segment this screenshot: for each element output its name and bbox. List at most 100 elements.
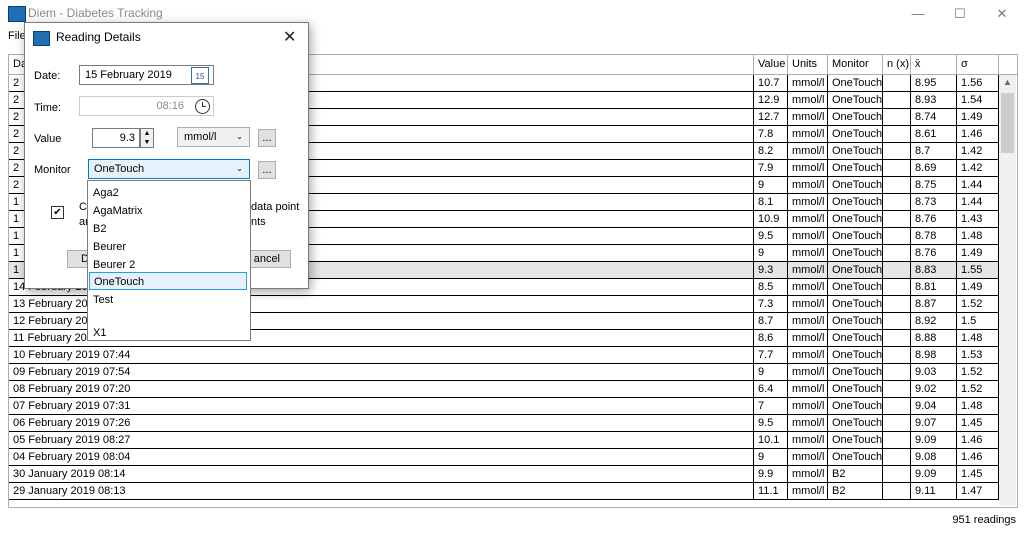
cell-units: mmol/l [788, 415, 828, 432]
cell-n [883, 75, 911, 92]
maximize-button[interactable]: ☐ [938, 4, 982, 24]
table-row[interactable]: 30 January 2019 08:14 9.9 mmol/l B2 9.09 1.45 [9, 466, 1017, 483]
ok-button[interactable]: D [67, 250, 89, 268]
value-spinner[interactable]: ▲ ▼ [140, 128, 154, 148]
cell-n [883, 313, 911, 330]
cell-sd: 1.56 [957, 75, 999, 92]
checkbox-label-end: data point [251, 201, 300, 213]
cell-value: 8.6 [754, 330, 788, 347]
monitor-option[interactable]: OneTouch [89, 272, 247, 290]
cell-mean: 9.07 [911, 415, 957, 432]
window-title: Diem - Diabetes Tracking [28, 6, 163, 20]
cell-mean: 9.08 [911, 449, 957, 466]
cell-sd: 1.45 [957, 415, 999, 432]
cell-date: 06 February 2019 07:26 [9, 415, 754, 432]
table-row[interactable]: 10 February 2019 07:44 7.7 mmol/l OneTouch 8… [9, 347, 1017, 364]
cell-date: 09 February 2019 07:54 [9, 364, 754, 381]
cell-units: mmol/l [788, 279, 828, 296]
monitor-option[interactable]: AgaMatrix [89, 202, 247, 220]
dialog-close-button[interactable]: ✕ [283, 27, 296, 47]
cell-sd: 1.46 [957, 126, 999, 143]
column-header-monitor[interactable]: Monitor [828, 55, 883, 74]
units-more-button[interactable]: ... [258, 129, 276, 147]
cell-mean: 8.87 [911, 296, 957, 313]
value-label: Value [34, 133, 62, 145]
cell-units: mmol/l [788, 92, 828, 109]
cell-n [883, 245, 911, 262]
cell-date: 05 February 2019 08:27 [9, 432, 754, 449]
monitor-option[interactable]: X1 [89, 324, 247, 342]
cell-sd: 1.47 [957, 483, 999, 500]
cell-mean: 8.92 [911, 313, 957, 330]
monitor-option[interactable]: Beurer [89, 238, 247, 256]
cell-units: mmol/l [788, 313, 828, 330]
time-field[interactable]: 08:16 [79, 96, 214, 116]
monitor-dropdown-list[interactable]: Aga2 AgaMatrix B2 Beurer Beurer 2 OneTouch Tes… [87, 180, 251, 341]
cell-sd: 1.5 [957, 313, 999, 330]
cell-value: 6.4 [754, 381, 788, 398]
minimize-button[interactable]: — [896, 4, 940, 24]
cell-mean: 8.83 [911, 262, 957, 279]
table-row[interactable]: 29 January 2019 08:13 11.1 mmol/l B2 9.11 1.4… [9, 483, 1017, 500]
cell-value: 7.9 [754, 160, 788, 177]
monitor-more-button[interactable]: ... [258, 161, 276, 179]
cell-value: 8.7 [754, 313, 788, 330]
scrollbar-thumb[interactable] [1001, 93, 1014, 153]
value-input[interactable]: 9.3 [92, 128, 140, 148]
column-header-units[interactable]: Units [788, 55, 828, 74]
value-text: 9.3 [119, 132, 135, 144]
calendar-icon[interactable]: 15 [191, 67, 209, 84]
cell-date: 04 February 2019 08:04 [9, 449, 754, 466]
spin-up-icon[interactable]: ▲ [141, 129, 153, 138]
cell-units: mmol/l [788, 245, 828, 262]
table-row[interactable]: 06 February 2019 07:26 9.5 mmol/l OneTouch 9… [9, 415, 1017, 432]
cell-value: 7.8 [754, 126, 788, 143]
spin-down-icon[interactable]: ▼ [141, 138, 153, 147]
cell-value: 7.7 [754, 347, 788, 364]
monitor-option[interactable]: B2 [89, 220, 247, 238]
cell-value: 12.9 [754, 92, 788, 109]
column-header-n[interactable]: n (x) [883, 55, 911, 74]
cell-value: 10.1 [754, 432, 788, 449]
units-select[interactable]: mmol/l ⌄ [177, 127, 250, 147]
cell-value: 9 [754, 364, 788, 381]
close-window-button[interactable]: ✕ [980, 4, 1024, 24]
time-value: 08:16 [156, 100, 184, 112]
cell-sd: 1.48 [957, 330, 999, 347]
cell-monitor: OneTouch [828, 296, 883, 313]
cell-units: mmol/l [788, 228, 828, 245]
cell-mean: 8.73 [911, 194, 957, 211]
scroll-up-arrow-icon[interactable]: ▲ [1003, 77, 1012, 87]
table-row[interactable]: 04 February 2019 08:04 9 mmol/l OneTouch 9.0… [9, 449, 1017, 466]
table-row[interactable]: 09 February 2019 07:54 9 mmol/l OneTouch 9.0… [9, 364, 1017, 381]
cell-sd: 1.49 [957, 245, 999, 262]
cell-mean: 9.02 [911, 381, 957, 398]
calendar-day: 15 [195, 72, 205, 81]
table-row[interactable]: 07 February 2019 07:31 7 mmol/l OneTouch 9.0… [9, 398, 1017, 415]
table-row[interactable]: 05 February 2019 08:27 10.1 mmol/l OneTouch… [9, 432, 1017, 449]
cell-monitor: OneTouch [828, 143, 883, 160]
table-row[interactable]: 08 February 2019 07:20 6.4 mmol/l OneTouch 9… [9, 381, 1017, 398]
cell-mean: 8.7 [911, 143, 957, 160]
option-checkbox[interactable]: ✔ [51, 206, 64, 219]
column-header-value[interactable]: Value [754, 55, 788, 74]
dialog-app-icon [33, 31, 50, 46]
cell-n [883, 279, 911, 296]
cell-value: 9.9 [754, 466, 788, 483]
cell-value: 9.3 [754, 262, 788, 279]
monitor-option[interactable]: Aga2 [89, 184, 247, 202]
cell-units: mmol/l [788, 194, 828, 211]
cell-units: mmol/l [788, 177, 828, 194]
monitor-select[interactable]: OneTouch ⌄ [88, 159, 250, 179]
cell-n [883, 262, 911, 279]
clock-icon[interactable] [195, 99, 210, 114]
cell-monitor: OneTouch [828, 415, 883, 432]
monitor-option[interactable]: Test [89, 291, 247, 309]
cell-monitor: OneTouch [828, 313, 883, 330]
cell-units: mmol/l [788, 381, 828, 398]
column-header-sd[interactable]: σ [957, 55, 999, 74]
column-header-mean[interactable]: x̄ [911, 55, 957, 74]
cell-n [883, 381, 911, 398]
cell-monitor: OneTouch [828, 109, 883, 126]
cell-value: 9.5 [754, 415, 788, 432]
